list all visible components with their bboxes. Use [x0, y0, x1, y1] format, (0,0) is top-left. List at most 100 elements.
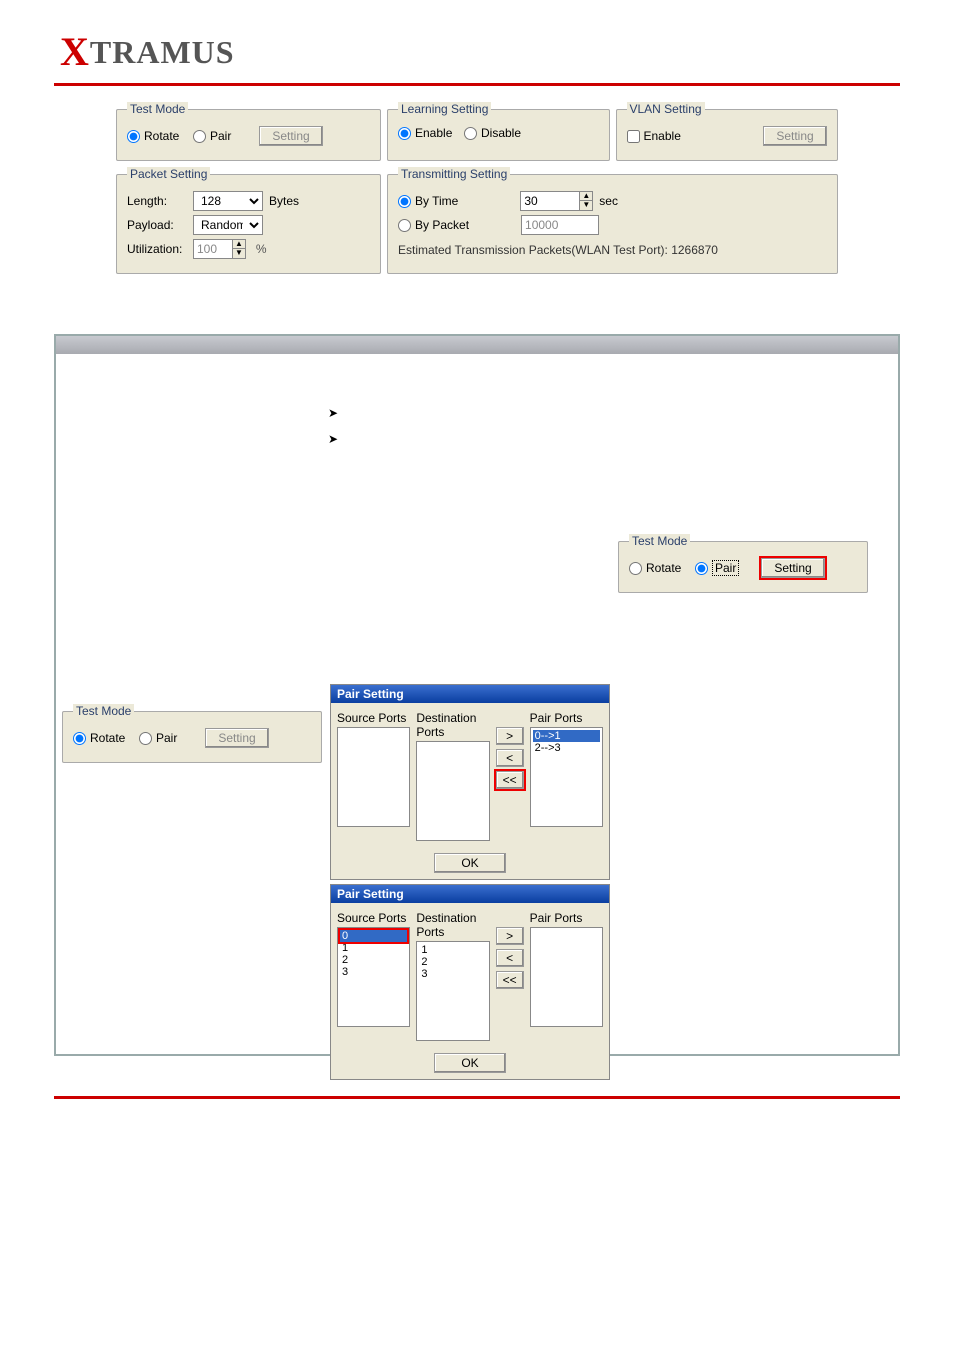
- learning-legend: Learning Setting: [398, 102, 491, 116]
- list-item[interactable]: 2-->3: [533, 742, 600, 754]
- rotate-radio-input: [127, 130, 140, 143]
- pair1-pairs-head: Pair Ports: [530, 709, 603, 727]
- pair1-src-head: Source Ports: [337, 709, 410, 727]
- list-item[interactable]: 0-->1: [533, 730, 600, 742]
- vlan-fieldset: VLAN Setting Enable Setting: [616, 102, 839, 161]
- tmbl-setting-button[interactable]: Setting: [205, 728, 269, 748]
- rotate-radio[interactable]: Rotate: [127, 129, 187, 143]
- bypacket-value[interactable]: [521, 215, 599, 235]
- utilization-label: Utilization:: [127, 242, 187, 256]
- testmode-bl-fieldset: Test Mode Rotate Pair Setting: [62, 704, 322, 763]
- vlan-enable-check[interactable]: Enable: [627, 129, 687, 143]
- pair1-lt-button[interactable]: <: [496, 749, 524, 767]
- bullet-1: [328, 406, 886, 420]
- lower-panel: Test Mode Rotate Pair Setting Test Mode …: [54, 334, 900, 1056]
- packet-legend: Packet Setting: [127, 167, 210, 181]
- bullet-stack: [328, 406, 886, 446]
- page-header: XTRAMUS: [0, 0, 954, 83]
- list-item[interactable]: 3: [419, 968, 486, 980]
- pair1-ltlt-button[interactable]: <<: [496, 771, 524, 789]
- length-label: Length:: [127, 194, 187, 208]
- learn-vlan-row: Learning Setting Enable Disable VLAN Set…: [387, 102, 838, 161]
- vlan-legend: VLAN Setting: [627, 102, 705, 116]
- pair2-ok-button[interactable]: OK: [434, 1053, 506, 1073]
- tmbr-setting-button[interactable]: Setting: [761, 558, 825, 578]
- testmode-setting-button[interactable]: Setting: [259, 126, 323, 146]
- tmbl-pair-label: Pair: [156, 731, 177, 745]
- tmbr-rotate-radio[interactable]: Rotate: [629, 561, 689, 575]
- utilization-spinner[interactable]: ▲▼: [193, 239, 246, 259]
- testmode-fieldset: Test Mode Rotate Pair Setting: [116, 102, 381, 161]
- bytime-label: By Time: [415, 194, 458, 208]
- list-item[interactable]: 1: [340, 942, 407, 954]
- pair1-gt-button[interactable]: >: [496, 727, 524, 745]
- bytime-spinner[interactable]: ▲▼: [520, 191, 593, 211]
- length-unit: Bytes: [269, 194, 299, 208]
- pair-radio[interactable]: Pair: [193, 129, 253, 143]
- vlan-enable-label: Enable: [644, 129, 681, 143]
- brand-x: X: [60, 29, 90, 74]
- pair2-title: Pair Setting: [331, 885, 609, 903]
- learning-enable-radio[interactable]: Enable: [398, 126, 458, 140]
- pair2-src-list[interactable]: 0 1 2 3: [337, 927, 410, 1027]
- testmode-br-legend: Test Mode: [629, 534, 690, 548]
- pair1-title: Pair Setting: [331, 685, 609, 703]
- pair2-gt-button[interactable]: >: [496, 927, 524, 945]
- bytime-radio[interactable]: By Time: [398, 194, 458, 208]
- header-divider: [54, 83, 900, 86]
- learning-disable-label: Disable: [481, 126, 521, 140]
- bytime-arrows-icon[interactable]: ▲▼: [580, 191, 593, 211]
- list-item[interactable]: 2: [419, 956, 486, 968]
- learning-enable-label: Enable: [415, 126, 452, 140]
- list-item[interactable]: 1: [419, 944, 486, 956]
- rotate-label: Rotate: [144, 129, 179, 143]
- tmbl-pair-radio[interactable]: Pair: [139, 731, 199, 745]
- panel-body: Test Mode Rotate Pair Setting Test Mode …: [56, 354, 898, 1054]
- vlan-setting-button[interactable]: Setting: [763, 126, 827, 146]
- bytime-value[interactable]: [520, 191, 580, 211]
- bytime-unit: sec: [599, 194, 618, 208]
- panel-titlebar: [56, 336, 898, 354]
- pair1-ok-button[interactable]: OK: [434, 853, 506, 873]
- list-item[interactable]: 2: [340, 954, 407, 966]
- transmit-legend: Transmitting Setting: [398, 167, 510, 181]
- tmbr-pair-label: Pair: [712, 560, 739, 576]
- pair1-dst-head: Destination Ports: [416, 709, 489, 741]
- testmode-legend: Test Mode: [127, 102, 188, 116]
- pair-label: Pair: [210, 129, 231, 143]
- pair-radio-input: [193, 130, 206, 143]
- tmbl-rotate-radio[interactable]: Rotate: [73, 731, 133, 745]
- pair2-dst-head: Destination Ports: [416, 909, 489, 941]
- list-item[interactable]: 3: [340, 966, 407, 978]
- tmbl-rotate-label: Rotate: [90, 731, 125, 745]
- pair1-dst-list[interactable]: [416, 741, 489, 841]
- pair2-ltlt-button[interactable]: <<: [496, 971, 524, 989]
- bypacket-radio[interactable]: By Packet: [398, 218, 469, 232]
- brand-logo: XTRAMUS: [60, 34, 235, 70]
- payload-label: Payload:: [127, 218, 187, 232]
- learning-disable-radio[interactable]: Disable: [464, 126, 524, 140]
- spinner-arrows-icon[interactable]: ▲▼: [233, 239, 246, 259]
- estimated-text: Estimated Transmission Packets(WLAN Test…: [398, 243, 827, 257]
- pair1-pairs-list[interactable]: 0-->1 2-->3: [530, 727, 603, 827]
- utilization-unit: %: [256, 242, 267, 256]
- pair-dialog-2: Pair Setting Source Ports 0 1 2 3 Destin…: [330, 884, 610, 1080]
- length-select[interactable]: 128: [193, 191, 263, 211]
- pair1-src-list[interactable]: [337, 727, 410, 827]
- pair2-dst-list[interactable]: 1 2 3: [416, 941, 489, 1041]
- tmbr-rotate-label: Rotate: [646, 561, 681, 575]
- list-item[interactable]: 0: [340, 930, 407, 942]
- payload-select[interactable]: Random: [193, 215, 263, 235]
- pair2-pairs-head: Pair Ports: [530, 909, 603, 927]
- learning-fieldset: Learning Setting Enable Disable: [387, 102, 610, 161]
- footer-divider: [54, 1096, 900, 1099]
- brand-rest: TRAMUS: [90, 34, 235, 70]
- top-grid: Test Mode Rotate Pair Setting Learning S…: [116, 102, 838, 274]
- pair2-pairs-list[interactable]: [530, 927, 603, 1027]
- tmbr-pair-radio[interactable]: Pair: [695, 560, 755, 576]
- pair2-src-head: Source Ports: [337, 909, 410, 927]
- pair2-lt-button[interactable]: <: [496, 949, 524, 967]
- utilization-value[interactable]: [193, 239, 233, 259]
- testmode-bl-legend: Test Mode: [73, 704, 134, 718]
- bullet-2: [328, 432, 886, 446]
